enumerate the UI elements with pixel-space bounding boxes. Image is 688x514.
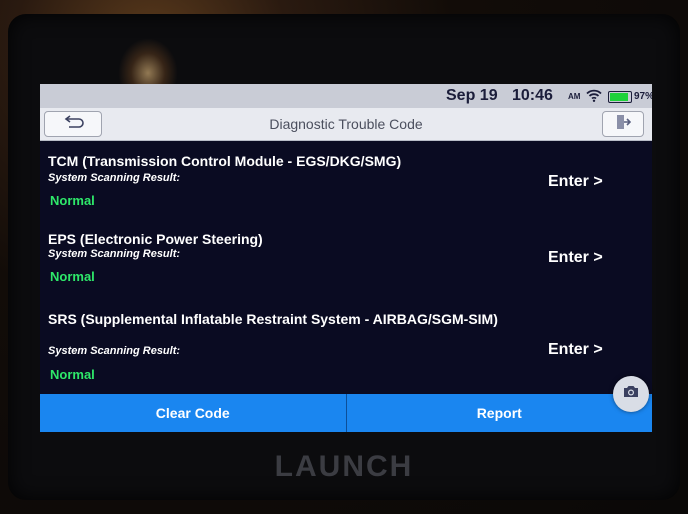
battery-level xyxy=(610,93,628,101)
scan-result-label: System Scanning Result: xyxy=(48,345,181,357)
scan-status: Normal xyxy=(50,367,95,382)
status-ampm: AM xyxy=(568,92,581,101)
status-time: 10:46 xyxy=(512,87,553,104)
scan-status: Normal xyxy=(50,193,95,208)
enter-button[interactable]: Enter > xyxy=(548,173,603,191)
enter-button[interactable]: Enter > xyxy=(548,249,603,267)
enter-button[interactable]: Enter > xyxy=(548,341,603,359)
report-button[interactable]: Report xyxy=(347,394,653,432)
status-date: Sep 19 xyxy=(446,87,498,104)
exit-button[interactable] xyxy=(602,111,644,137)
brand-logo: LAUNCH xyxy=(274,450,414,483)
wifi-icon xyxy=(586,89,602,107)
exit-icon xyxy=(615,114,632,135)
bottom-action-bar: Clear Code Report xyxy=(40,394,652,432)
battery-percent: 97% xyxy=(634,91,652,102)
system-name: SRS (Supplemental Inflatable Restraint S… xyxy=(48,311,498,327)
page-title: Diagnostic Trouble Code xyxy=(269,116,423,132)
battery-icon xyxy=(608,91,632,103)
screenshot-button[interactable] xyxy=(613,376,649,412)
camera-icon xyxy=(622,384,640,404)
scan-status: Normal xyxy=(50,269,95,284)
system-name: EPS (Electronic Power Steering) xyxy=(48,231,263,247)
title-bar: Diagnostic Trouble Code xyxy=(40,108,652,141)
system-name: TCM (Transmission Control Module - EGS/D… xyxy=(48,153,402,169)
scan-result-label: System Scanning Result: xyxy=(48,248,181,260)
scan-result-label: System Scanning Result: xyxy=(48,172,181,184)
device-screen: Sep 19 10:46 AM 97% Diagnostic Troub xyxy=(40,84,652,432)
status-bar: Sep 19 10:46 AM 97% xyxy=(40,84,652,108)
clear-code-button[interactable]: Clear Code xyxy=(40,394,346,432)
